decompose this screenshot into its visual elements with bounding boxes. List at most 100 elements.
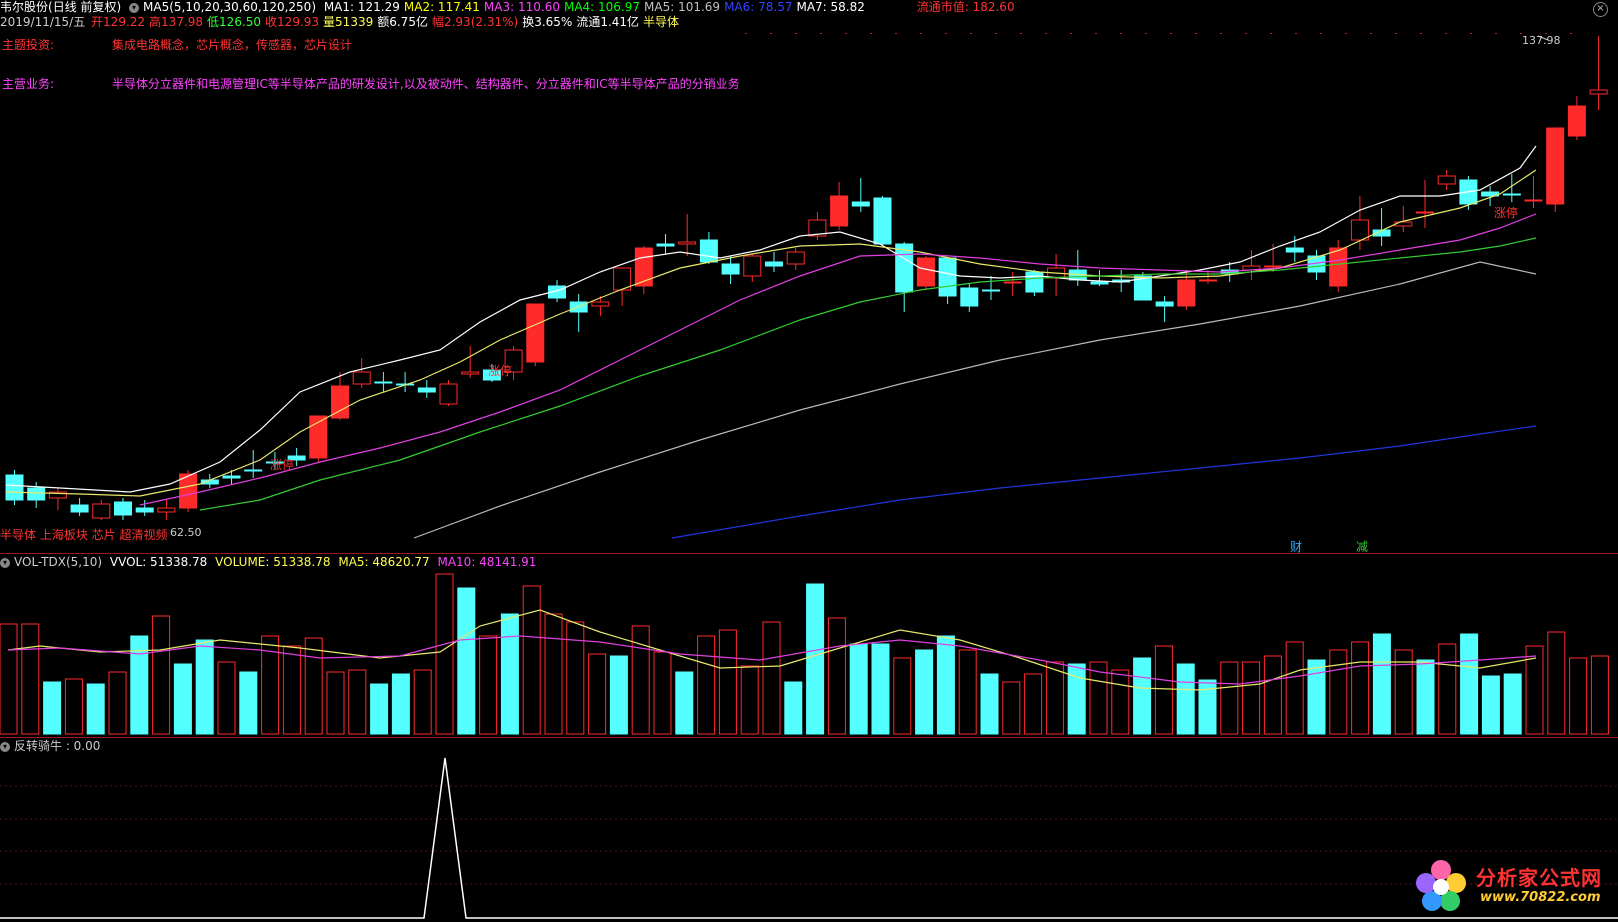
candle-down <box>5 474 24 501</box>
grid-dot <box>1370 33 1372 34</box>
candle-up <box>916 257 935 287</box>
volume-bar-down <box>675 671 694 735</box>
candle-down <box>721 263 740 275</box>
limit-up-tag-3: 涨停 <box>1494 206 1519 220</box>
volume-bar-up <box>1438 643 1457 735</box>
volume-bar-up <box>217 661 236 735</box>
volume-bar-up <box>21 623 40 735</box>
grid-dot <box>770 33 772 34</box>
site-logo: 分析家公式网 www.70822.com <box>1410 856 1610 914</box>
candle-up <box>591 301 610 307</box>
volume-bar-down <box>936 635 955 735</box>
candle-down <box>938 257 957 297</box>
grid-dot <box>1295 33 1297 34</box>
candle-down <box>699 239 718 263</box>
chevron-down-icon[interactable]: ▾ <box>0 741 10 752</box>
candle-up <box>1524 199 1543 202</box>
volume-bar-up <box>1590 655 1609 735</box>
candle-down <box>1502 193 1521 196</box>
volume-value: VOLUME: 51338.78 <box>215 555 331 569</box>
grid-dot <box>1245 33 1247 34</box>
limit-up-tag-2: 涨停 <box>488 364 513 378</box>
grid-dot <box>745 33 747 34</box>
candle-down <box>851 201 870 207</box>
volume-bar-up <box>653 651 672 735</box>
volume-bar-up <box>893 657 912 735</box>
volume-panel-separator <box>0 553 1618 554</box>
volume-ma10-line <box>7 635 1537 685</box>
volume-panel-header: ▾ VOL-TDX(5,10) VVOL: 51338.78 VOLUME: 51… <box>0 555 540 570</box>
candle-up <box>743 255 762 277</box>
chevron-down-icon[interactable]: ▾ <box>0 557 10 568</box>
volume-bar-down <box>43 681 62 735</box>
volume-bar-up <box>413 669 432 735</box>
volume-bar-up <box>827 617 846 735</box>
grid-dot <box>1345 33 1347 34</box>
vol-ma5-value: MA5: 48620.77 <box>338 555 430 569</box>
candle-down <box>765 261 783 267</box>
volume-bar-up <box>304 637 323 735</box>
candle-down <box>222 475 241 479</box>
grid-dot <box>995 33 997 34</box>
candle-up <box>1350 219 1369 241</box>
grid-dot <box>845 33 847 34</box>
candle-up <box>352 371 371 385</box>
candle-up <box>1003 281 1022 284</box>
candle-down <box>374 381 393 384</box>
indicator-title[interactable]: 反转骑牛 : 0.00 <box>14 739 100 753</box>
volume-bar-down <box>871 643 890 735</box>
grid-dot <box>1420 33 1422 34</box>
volume-bar-up <box>1220 661 1239 735</box>
logo-url: www.70822.com <box>1480 890 1601 905</box>
volume-bar-up <box>697 635 716 735</box>
volume-bar-up <box>566 621 585 735</box>
volume-bar-up <box>479 635 498 735</box>
volume-bar-up <box>435 573 454 735</box>
grid-dot <box>1170 33 1172 34</box>
candle-up <box>1546 127 1565 205</box>
volume-bar-up <box>1285 641 1304 735</box>
candle-up <box>786 251 805 265</box>
candle-down <box>1155 301 1174 307</box>
candle-down <box>114 501 132 516</box>
candle-up <box>439 383 458 405</box>
volume-bar-up <box>762 621 781 735</box>
candle-up <box>1199 279 1217 282</box>
candle-up <box>1437 175 1456 185</box>
volume-bar-down <box>1503 673 1522 735</box>
volume-bar-up <box>64 678 83 735</box>
volume-bar-up <box>740 665 759 735</box>
candle-up <box>634 247 653 287</box>
volume-bar-down <box>457 587 476 735</box>
volume-bar-up <box>152 615 171 735</box>
volume-bar-down <box>1372 633 1391 735</box>
grid-dot <box>1320 33 1322 34</box>
grid-dot <box>1195 33 1197 34</box>
kline-chart[interactable] <box>0 0 1618 922</box>
grid-dot <box>1020 33 1022 34</box>
grid-dot <box>1045 33 1047 34</box>
volume-bar-up <box>348 669 367 735</box>
candle-up <box>678 241 697 245</box>
grid-dot <box>1120 33 1122 34</box>
volume-bar-down <box>849 643 868 735</box>
candle-up <box>92 503 111 519</box>
volume-bar-up <box>1242 661 1261 735</box>
candle-up <box>1329 247 1348 287</box>
volume-bar-down <box>980 673 999 735</box>
volume-bar-up <box>1024 673 1043 735</box>
vol-title[interactable]: VOL-TDX(5,10) <box>14 555 102 569</box>
candle-up <box>157 507 176 513</box>
high-price-label: 137.98 <box>1522 34 1561 47</box>
volume-bar-down <box>370 683 389 735</box>
candle-up <box>461 371 480 375</box>
candle-down <box>27 487 46 501</box>
ma3-line <box>139 213 1537 506</box>
volume-bar-up <box>1329 649 1348 735</box>
grid-dot <box>1270 33 1272 34</box>
indicator-spike-line <box>0 757 1618 919</box>
grid-dot <box>870 33 872 34</box>
candle-down <box>1090 281 1109 285</box>
volume-bar-up <box>326 671 345 735</box>
candle-down <box>135 507 154 513</box>
